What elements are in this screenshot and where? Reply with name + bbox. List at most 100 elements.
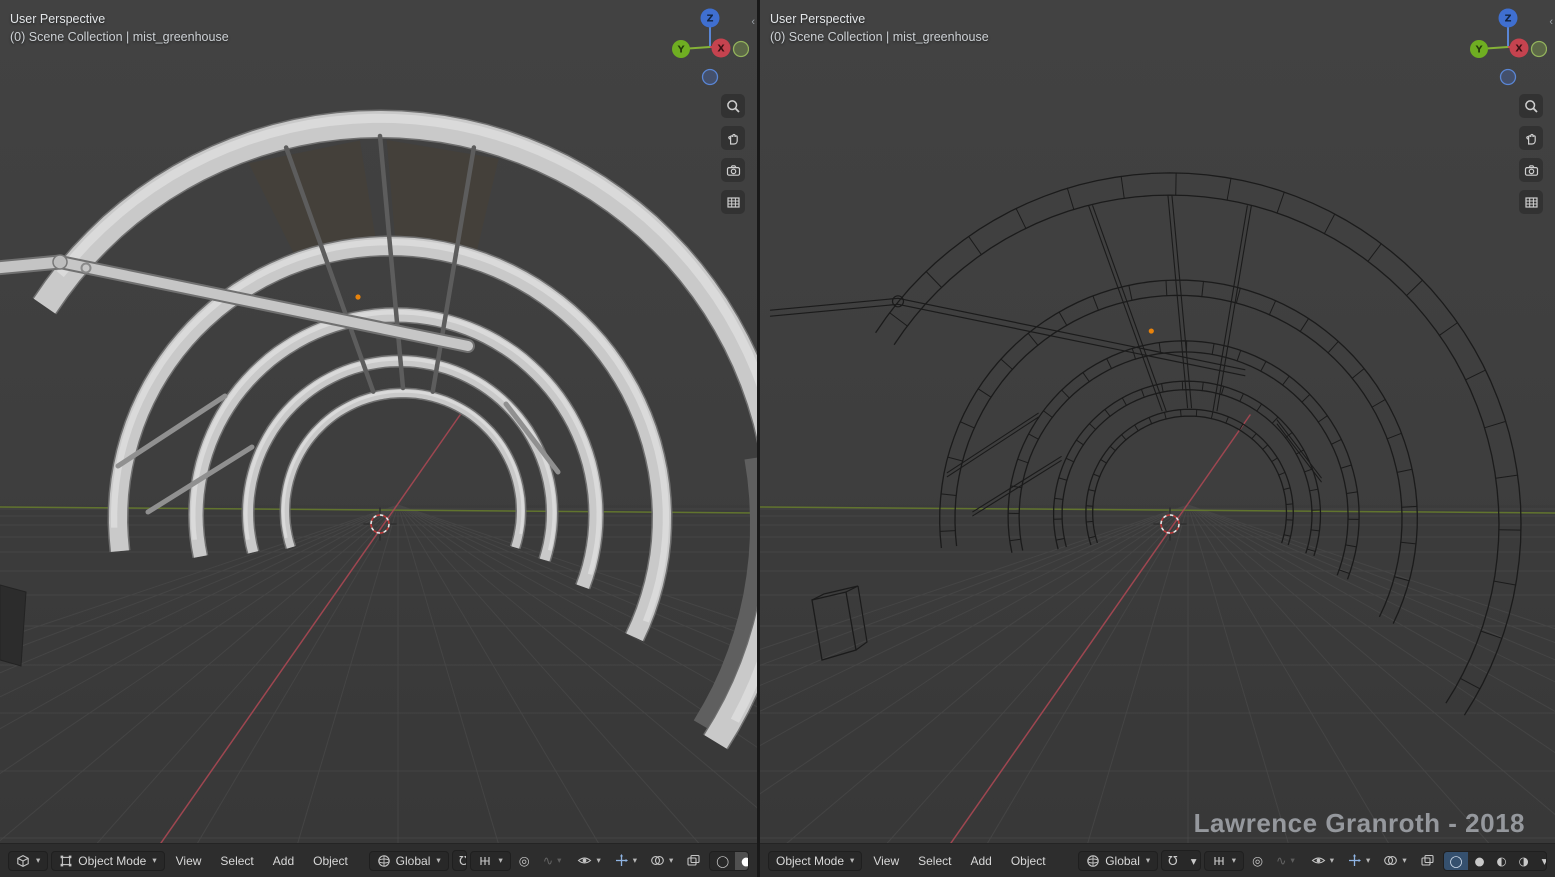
snapping-group: Ω ▾ [1161, 850, 1201, 871]
proportional-falloff-dropdown[interactable]: ∿ ▾ [1271, 851, 1300, 870]
orientation-label: Global [396, 854, 431, 868]
overlays-icon [650, 853, 665, 868]
snap-increment-icon [478, 854, 492, 868]
gizmo-axis-neg-y[interactable] [734, 42, 749, 57]
navigation-gizmo[interactable]: Z Y X [671, 8, 749, 86]
menu-view[interactable]: View [865, 851, 907, 871]
snapping-group: Ω ▾ [452, 850, 468, 871]
navigation-gizmo[interactable]: Z Y X [1469, 8, 1547, 86]
shading-wireframe-button[interactable]: ◯ [1444, 852, 1469, 870]
proportional-editing-toggle[interactable]: ◎ [1247, 851, 1268, 870]
snap-magnet-toggle[interactable]: Ω [1162, 851, 1184, 870]
sidebar-collapse-arrow[interactable]: ‹ [751, 16, 755, 28]
gizmo-axis-neg-z[interactable] [703, 70, 718, 85]
gizmo-arrows-icon [1347, 853, 1362, 868]
chevron-down-icon: ▾ [596, 856, 600, 866]
gizmo-z-label: Z [707, 13, 714, 24]
camera-icon [726, 163, 741, 178]
gizmo-axis-neg-z[interactable] [1501, 70, 1516, 85]
menu-object[interactable]: Object [1003, 851, 1054, 871]
shading-dropdown[interactable]: ▾ [1536, 852, 1547, 870]
hand-icon [726, 131, 741, 146]
snap-magnet-toggle[interactable]: Ω [453, 851, 468, 870]
show-gizmo-dropdown[interactable]: ▾ [609, 851, 642, 870]
3d-viewport-canvas[interactable] [760, 0, 1555, 843]
shading-solid-button[interactable]: ● [735, 852, 749, 870]
grid-icon [726, 195, 741, 210]
chevron-down-icon: ▾ [1330, 856, 1334, 866]
chevron-down-icon: ▾ [633, 856, 637, 866]
gizmo-y-label: Y [1475, 44, 1483, 55]
snap-dropdown[interactable]: ▾ [1185, 852, 1201, 870]
chevron-down-icon: ▾ [498, 856, 502, 866]
zoom-button[interactable] [721, 94, 745, 118]
sidebar-collapse-arrow[interactable]: ‹ [1549, 16, 1553, 28]
3d-viewport-canvas[interactable] [0, 0, 757, 843]
orientation-label: Global [1105, 854, 1140, 868]
editor-type-icon [16, 854, 30, 868]
viewport-header-bar-left: ▾ Object Mode ▾ View Select Add Object [0, 843, 757, 877]
menu-add[interactable]: Add [962, 851, 999, 871]
chevron-down-icon: ▾ [436, 856, 440, 866]
menu-add[interactable]: Add [265, 851, 302, 871]
falloff-icon: ∿ [543, 853, 553, 868]
pan-button[interactable] [721, 126, 745, 150]
mode-dropdown[interactable]: Object Mode ▾ [768, 851, 862, 871]
viewport-left-column: User Perspective (0) Scene Collection | … [0, 0, 757, 877]
camera-view-button[interactable] [721, 158, 745, 182]
proportional-editing-toggle[interactable]: ◎ [514, 851, 535, 870]
xray-toggle[interactable] [1415, 851, 1440, 870]
eye-icon [577, 853, 592, 868]
gizmo-z-label: Z [1505, 13, 1512, 24]
shading-solid-button[interactable]: ● [1468, 852, 1490, 870]
menu-select[interactable]: Select [212, 851, 261, 871]
pan-button[interactable] [1519, 126, 1543, 150]
gizmo-x-label: X [717, 43, 725, 54]
object-mode-icon [59, 854, 73, 868]
ortho-toggle-button[interactable] [721, 190, 745, 214]
snap-with-dropdown[interactable]: ▾ [1204, 851, 1244, 871]
snap-with-dropdown[interactable]: ▾ [470, 851, 510, 871]
proportional-falloff-dropdown[interactable]: ∿ ▾ [538, 851, 567, 870]
chevron-down-icon: ▾ [152, 856, 156, 866]
ortho-toggle-button[interactable] [1519, 190, 1543, 214]
editor-type-dropdown[interactable]: ▾ [8, 851, 48, 871]
mode-label: Object Mode [776, 854, 844, 868]
chevron-down-icon: ▾ [1232, 856, 1236, 866]
xray-icon [686, 853, 701, 868]
chevron-down-icon: ▾ [1366, 856, 1370, 866]
visibility-dropdown[interactable]: ▾ [572, 851, 605, 870]
show-overlays-dropdown[interactable]: ▾ [645, 851, 678, 870]
viewport-left[interactable]: User Perspective (0) Scene Collection | … [0, 0, 757, 843]
chevron-down-icon: ▾ [36, 856, 40, 866]
chevron-down-icon: ▾ [1402, 856, 1406, 866]
menu-select[interactable]: Select [910, 851, 959, 871]
chevron-down-icon: ▾ [1290, 856, 1294, 866]
shading-rendered-button[interactable]: ◑ [1513, 852, 1535, 870]
gizmo-axis-neg-y[interactable] [1532, 42, 1547, 57]
viewport-tools [1519, 94, 1543, 214]
gizmo-y-label: Y [677, 44, 685, 55]
shading-material-button[interactable]: ◐ [1491, 852, 1513, 870]
transform-orientation-dropdown[interactable]: Global ▾ [369, 851, 449, 871]
chevron-down-icon: ▾ [557, 856, 561, 866]
zoom-button[interactable] [1519, 94, 1543, 118]
shading-wireframe-button[interactable]: ◯ [710, 852, 735, 870]
mode-dropdown[interactable]: Object Mode ▾ [51, 851, 164, 871]
camera-icon [1524, 163, 1539, 178]
global-orientation-icon [377, 854, 391, 868]
show-overlays-dropdown[interactable]: ▾ [1378, 851, 1411, 870]
camera-view-button[interactable] [1519, 158, 1543, 182]
viewport-right[interactable]: User Perspective (0) Scene Collection | … [760, 0, 1555, 843]
overlays-icon [1383, 853, 1398, 868]
global-orientation-icon [1086, 854, 1100, 868]
xray-toggle[interactable] [681, 851, 706, 870]
gizmo-x-label: X [1515, 43, 1523, 54]
visibility-dropdown[interactable]: ▾ [1306, 851, 1339, 870]
snap-increment-icon [1212, 854, 1226, 868]
menu-view[interactable]: View [168, 851, 210, 871]
show-gizmo-dropdown[interactable]: ▾ [1342, 851, 1375, 870]
transform-orientation-dropdown[interactable]: Global ▾ [1078, 851, 1158, 871]
falloff-icon: ∿ [1276, 853, 1286, 868]
menu-object[interactable]: Object [305, 851, 356, 871]
